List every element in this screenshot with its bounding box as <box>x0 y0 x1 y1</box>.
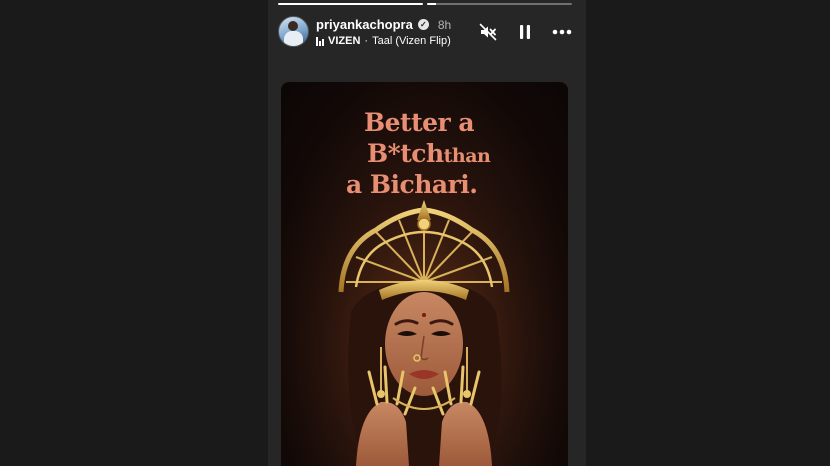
music-artist: VIZEN <box>328 35 361 47</box>
music-track: Taal (Vizen Flip) <box>372 35 451 47</box>
headline-word-than: than <box>443 145 491 167</box>
story-header: priyankachopra ✓ 8h VIZEN · Taal (Vizen … <box>278 14 572 50</box>
story-progress-bar <box>278 3 572 5</box>
post-time: 8h <box>437 17 452 32</box>
story-image[interactable]: Better a B*tchthan a Bichari. <box>281 82 568 466</box>
music-equalizer-icon <box>316 36 324 46</box>
more-options-icon[interactable] <box>552 22 572 42</box>
verified-badge-icon: ✓ <box>417 19 429 30</box>
progress-segment <box>427 3 572 5</box>
user-line: priyankachopra ✓ 8h <box>316 17 451 32</box>
headline-line-1: Better a <box>364 108 475 137</box>
mute-icon[interactable] <box>478 22 498 42</box>
pause-icon[interactable] <box>515 22 535 42</box>
headline-line-2: B*tchthan <box>367 139 491 171</box>
headline-word-bitch: B*tch <box>367 139 444 168</box>
username[interactable]: priyankachopra <box>316 17 413 32</box>
story-controls <box>478 22 572 42</box>
avatar[interactable] <box>278 16 309 47</box>
music-separator: · <box>364 35 369 47</box>
headline-line-3: a Bichari. <box>346 170 478 199</box>
music-attribution[interactable]: VIZEN · Taal (Vizen Flip) <box>316 35 451 47</box>
story-viewer: priyankachopra ✓ 8h VIZEN · Taal (Vizen … <box>268 0 586 466</box>
progress-segment <box>278 3 423 5</box>
